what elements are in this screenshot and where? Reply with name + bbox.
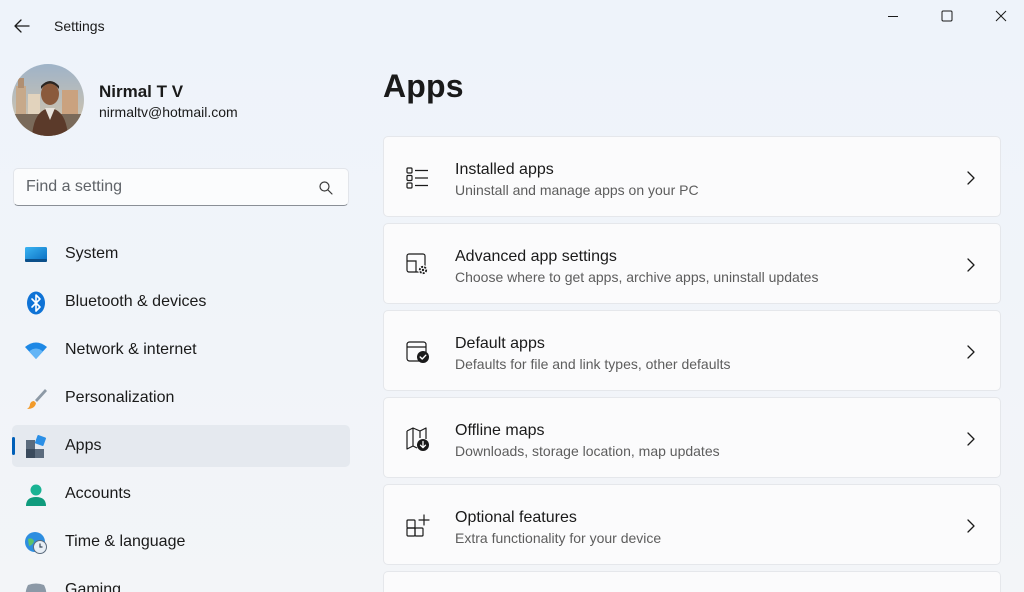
card-optional-features[interactable]: Optional features Extra functionality fo… (383, 484, 1001, 565)
chevron-right-icon (967, 171, 975, 185)
sidebar-nav: System Bluetooth & devices Network & int… (12, 233, 350, 592)
sidebar-item-network-internet[interactable]: Network & internet (12, 329, 350, 371)
close-button[interactable] (976, 2, 1024, 30)
monitor-icon (24, 243, 48, 267)
close-icon (995, 10, 1007, 22)
sidebar-item-gaming[interactable]: Gaming (12, 569, 350, 592)
sidebar-item-apps[interactable]: Apps (12, 425, 350, 467)
chevron-right-icon (967, 519, 975, 533)
card-title: Optional features (455, 509, 577, 526)
minimize-icon (888, 16, 898, 17)
card-description: Defaults for file and link types, other … (455, 356, 731, 372)
window-title: Settings (54, 18, 105, 34)
back-button[interactable] (8, 12, 36, 40)
settings-card-list: Installed apps Uninstall and manage apps… (383, 136, 1001, 592)
maximize-button[interactable] (922, 2, 972, 30)
card-partial-next[interactable] (383, 571, 1001, 592)
card-title: Installed apps (455, 161, 554, 178)
card-description: Downloads, storage location, map updates (455, 443, 720, 459)
grid-add-icon (406, 514, 430, 537)
back-arrow-icon (14, 19, 30, 33)
search-icon[interactable] (318, 180, 334, 196)
sidebar-item-system[interactable]: System (12, 233, 350, 275)
maximize-icon (941, 10, 953, 22)
sidebar-item-label: Accounts (65, 485, 131, 502)
sidebar-item-time-language[interactable]: Time & language (12, 521, 350, 563)
sidebar-item-label: Bluetooth & devices (65, 293, 207, 310)
app-settings-icon (406, 253, 428, 275)
card-title: Default apps (455, 335, 545, 352)
chevron-right-icon (967, 258, 975, 272)
apps-icon (24, 435, 48, 459)
sidebar-item-label: Gaming (65, 581, 122, 592)
sidebar-item-label: Apps (65, 437, 102, 454)
bluetooth-icon (24, 291, 48, 315)
brush-icon (24, 387, 48, 411)
default-apps-icon (406, 341, 429, 363)
minimize-button[interactable] (868, 2, 918, 30)
title-bar: Settings (0, 0, 1024, 52)
card-installed-apps[interactable]: Installed apps Uninstall and manage apps… (383, 136, 1001, 217)
chevron-right-icon (967, 345, 975, 359)
sidebar-item-label: System (65, 245, 119, 262)
card-description: Uninstall and manage apps on your PC (455, 182, 699, 198)
sidebar-item-personalization[interactable]: Personalization (12, 377, 350, 419)
card-default-apps[interactable]: Default apps Defaults for file and link … (383, 310, 1001, 391)
globe-clock-icon (24, 531, 48, 555)
search-box (13, 168, 349, 206)
sidebar-item-label: Personalization (65, 389, 175, 406)
user-name: Nirmal T V (99, 82, 184, 101)
search-input[interactable] (14, 169, 304, 205)
map-download-icon (406, 427, 429, 451)
selection-indicator (12, 437, 15, 455)
sidebar-item-label: Time & language (65, 533, 186, 550)
list-icon (406, 167, 428, 189)
card-description: Extra functionality for your device (455, 530, 662, 546)
avatar-photo (12, 64, 84, 136)
person-icon (24, 483, 48, 507)
sidebar-item-bluetooth-devices[interactable]: Bluetooth & devices (12, 281, 350, 323)
page-title: Apps (383, 68, 464, 104)
gamepad-icon (24, 579, 48, 592)
card-title: Advanced app settings (455, 248, 617, 265)
avatar[interactable] (12, 64, 84, 136)
card-description: Choose where to get apps, archive apps, … (455, 269, 819, 285)
sidebar-item-label: Network & internet (65, 341, 197, 358)
user-email: nirmaltv@hotmail.com (99, 104, 238, 120)
card-title: Offline maps (455, 422, 545, 439)
chevron-right-icon (967, 432, 975, 446)
wifi-icon (24, 339, 48, 363)
card-offline-maps[interactable]: Offline maps Downloads, storage location… (383, 397, 1001, 478)
sidebar-item-accounts[interactable]: Accounts (12, 473, 350, 515)
card-advanced-app-settings[interactable]: Advanced app settings Choose where to ge… (383, 223, 1001, 304)
